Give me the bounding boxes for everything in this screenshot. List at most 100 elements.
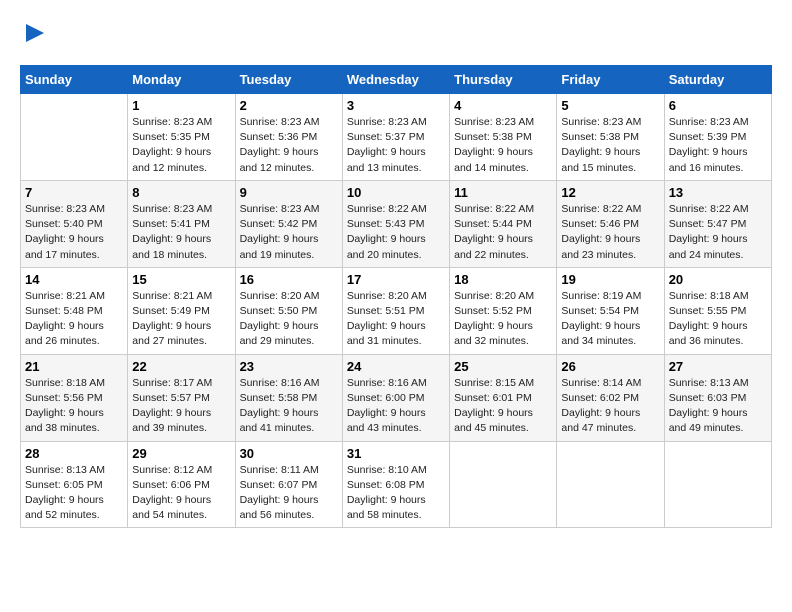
day-info: Sunrise: 8:23 AM Sunset: 5:38 PM Dayligh… <box>454 115 552 176</box>
day-info: Sunrise: 8:18 AM Sunset: 5:56 PM Dayligh… <box>25 376 123 437</box>
day-info: Sunrise: 8:12 AM Sunset: 6:06 PM Dayligh… <box>132 463 230 524</box>
day-info: Sunrise: 8:21 AM Sunset: 5:49 PM Dayligh… <box>132 289 230 350</box>
day-info: Sunrise: 8:22 AM Sunset: 5:46 PM Dayligh… <box>561 202 659 263</box>
calendar-cell: 15 Sunrise: 8:21 AM Sunset: 5:49 PM Dayli… <box>128 267 235 354</box>
day-number: 17 <box>347 272 445 287</box>
day-number: 20 <box>669 272 767 287</box>
day-info: Sunrise: 8:23 AM Sunset: 5:41 PM Dayligh… <box>132 202 230 263</box>
day-number: 26 <box>561 359 659 374</box>
calendar-cell: 11 Sunrise: 8:22 AM Sunset: 5:44 PM Dayli… <box>450 180 557 267</box>
day-info: Sunrise: 8:23 AM Sunset: 5:36 PM Dayligh… <box>240 115 338 176</box>
day-info: Sunrise: 8:20 AM Sunset: 5:50 PM Dayligh… <box>240 289 338 350</box>
day-number: 23 <box>240 359 338 374</box>
header-day-friday: Friday <box>557 66 664 94</box>
header-day-thursday: Thursday <box>450 66 557 94</box>
day-number: 8 <box>132 185 230 200</box>
calendar-cell: 1 Sunrise: 8:23 AM Sunset: 5:35 PM Daylig… <box>128 94 235 181</box>
calendar-cell: 7 Sunrise: 8:23 AM Sunset: 5:40 PM Daylig… <box>21 180 128 267</box>
day-info: Sunrise: 8:11 AM Sunset: 6:07 PM Dayligh… <box>240 463 338 524</box>
logo <box>20 20 46 49</box>
calendar-cell: 19 Sunrise: 8:19 AM Sunset: 5:54 PM Dayli… <box>557 267 664 354</box>
calendar-cell: 17 Sunrise: 8:20 AM Sunset: 5:51 PM Dayli… <box>342 267 449 354</box>
day-info: Sunrise: 8:22 AM Sunset: 5:47 PM Dayligh… <box>669 202 767 263</box>
day-number: 18 <box>454 272 552 287</box>
day-info: Sunrise: 8:14 AM Sunset: 6:02 PM Dayligh… <box>561 376 659 437</box>
day-info: Sunrise: 8:13 AM Sunset: 6:03 PM Dayligh… <box>669 376 767 437</box>
day-number: 16 <box>240 272 338 287</box>
week-row-0: 1 Sunrise: 8:23 AM Sunset: 5:35 PM Daylig… <box>21 94 772 181</box>
day-number: 14 <box>25 272 123 287</box>
day-number: 7 <box>25 185 123 200</box>
calendar-cell <box>450 441 557 528</box>
calendar-table: SundayMondayTuesdayWednesdayThursdayFrid… <box>20 65 772 528</box>
day-info: Sunrise: 8:23 AM Sunset: 5:39 PM Dayligh… <box>669 115 767 176</box>
day-number: 13 <box>669 185 767 200</box>
calendar-cell: 10Sunrise: 8:22 AM Sunset: 5:43 PM Dayli… <box>342 180 449 267</box>
calendar-cell: 26 Sunrise: 8:14 AM Sunset: 6:02 PM Dayli… <box>557 354 664 441</box>
day-number: 29 <box>132 446 230 461</box>
week-row-1: 7 Sunrise: 8:23 AM Sunset: 5:40 PM Daylig… <box>21 180 772 267</box>
day-number: 5 <box>561 98 659 113</box>
day-info: Sunrise: 8:19 AM Sunset: 5:54 PM Dayligh… <box>561 289 659 350</box>
calendar-cell: 6 Sunrise: 8:23 AM Sunset: 5:39 PM Daylig… <box>664 94 771 181</box>
day-info: Sunrise: 8:16 AM Sunset: 6:00 PM Dayligh… <box>347 376 445 437</box>
day-info: Sunrise: 8:23 AM Sunset: 5:35 PM Dayligh… <box>132 115 230 176</box>
calendar-cell: 21 Sunrise: 8:18 AM Sunset: 5:56 PM Dayli… <box>21 354 128 441</box>
calendar-cell: 12 Sunrise: 8:22 AM Sunset: 5:46 PM Dayli… <box>557 180 664 267</box>
day-info: Sunrise: 8:18 AM Sunset: 5:55 PM Dayligh… <box>669 289 767 350</box>
calendar-cell: 5 Sunrise: 8:23 AM Sunset: 5:38 PM Daylig… <box>557 94 664 181</box>
day-number: 30 <box>240 446 338 461</box>
day-info: Sunrise: 8:23 AM Sunset: 5:42 PM Dayligh… <box>240 202 338 263</box>
header-day-sunday: Sunday <box>21 66 128 94</box>
header-day-wednesday: Wednesday <box>342 66 449 94</box>
day-info: Sunrise: 8:10 AM Sunset: 6:08 PM Dayligh… <box>347 463 445 524</box>
calendar-cell: 22Sunrise: 8:17 AM Sunset: 5:57 PM Dayli… <box>128 354 235 441</box>
day-number: 2 <box>240 98 338 113</box>
calendar-cell: 24 Sunrise: 8:16 AM Sunset: 6:00 PM Dayli… <box>342 354 449 441</box>
week-row-2: 14 Sunrise: 8:21 AM Sunset: 5:48 PM Dayli… <box>21 267 772 354</box>
day-number: 27 <box>669 359 767 374</box>
calendar-cell: 4 Sunrise: 8:23 AM Sunset: 5:38 PM Daylig… <box>450 94 557 181</box>
day-number: 10 <box>347 185 445 200</box>
calendar-cell: 16 Sunrise: 8:20 AM Sunset: 5:50 PM Dayli… <box>235 267 342 354</box>
calendar-cell: 25Sunrise: 8:15 AM Sunset: 6:01 PM Dayli… <box>450 354 557 441</box>
day-number: 25 <box>454 359 552 374</box>
day-info: Sunrise: 8:20 AM Sunset: 5:51 PM Dayligh… <box>347 289 445 350</box>
day-number: 3 <box>347 98 445 113</box>
calendar-cell: 14 Sunrise: 8:21 AM Sunset: 5:48 PM Dayli… <box>21 267 128 354</box>
calendar-cell <box>21 94 128 181</box>
day-info: Sunrise: 8:20 AM Sunset: 5:52 PM Dayligh… <box>454 289 552 350</box>
calendar-cell <box>557 441 664 528</box>
week-row-3: 21 Sunrise: 8:18 AM Sunset: 5:56 PM Dayli… <box>21 354 772 441</box>
day-number: 6 <box>669 98 767 113</box>
day-number: 4 <box>454 98 552 113</box>
week-row-4: 28Sunrise: 8:13 AM Sunset: 6:05 PM Dayli… <box>21 441 772 528</box>
day-info: Sunrise: 8:22 AM Sunset: 5:44 PM Dayligh… <box>454 202 552 263</box>
calendar-cell: 20 Sunrise: 8:18 AM Sunset: 5:55 PM Dayli… <box>664 267 771 354</box>
day-number: 24 <box>347 359 445 374</box>
calendar-cell: 27 Sunrise: 8:13 AM Sunset: 6:03 PM Dayli… <box>664 354 771 441</box>
calendar-cell: 2 Sunrise: 8:23 AM Sunset: 5:36 PM Daylig… <box>235 94 342 181</box>
day-number: 19 <box>561 272 659 287</box>
calendar-cell: 9Sunrise: 8:23 AM Sunset: 5:42 PM Daylig… <box>235 180 342 267</box>
header-day-tuesday: Tuesday <box>235 66 342 94</box>
day-number: 12 <box>561 185 659 200</box>
calendar-cell: 18 Sunrise: 8:20 AM Sunset: 5:52 PM Dayli… <box>450 267 557 354</box>
calendar-cell: 8 Sunrise: 8:23 AM Sunset: 5:41 PM Daylig… <box>128 180 235 267</box>
day-info: Sunrise: 8:23 AM Sunset: 5:38 PM Dayligh… <box>561 115 659 176</box>
day-number: 21 <box>25 359 123 374</box>
calendar-cell: 13 Sunrise: 8:22 AM Sunset: 5:47 PM Dayli… <box>664 180 771 267</box>
day-number: 15 <box>132 272 230 287</box>
day-info: Sunrise: 8:23 AM Sunset: 5:40 PM Dayligh… <box>25 202 123 263</box>
calendar-cell <box>664 441 771 528</box>
calendar-cell: 28Sunrise: 8:13 AM Sunset: 6:05 PM Dayli… <box>21 441 128 528</box>
day-info: Sunrise: 8:23 AM Sunset: 5:37 PM Dayligh… <box>347 115 445 176</box>
day-info: Sunrise: 8:21 AM Sunset: 5:48 PM Dayligh… <box>25 289 123 350</box>
day-number: 11 <box>454 185 552 200</box>
calendar-cell: 29 Sunrise: 8:12 AM Sunset: 6:06 PM Dayli… <box>128 441 235 528</box>
header-day-saturday: Saturday <box>664 66 771 94</box>
day-number: 1 <box>132 98 230 113</box>
header-row: SundayMondayTuesdayWednesdayThursdayFrid… <box>21 66 772 94</box>
day-info: Sunrise: 8:13 AM Sunset: 6:05 PM Dayligh… <box>25 463 123 524</box>
calendar-cell: 3 Sunrise: 8:23 AM Sunset: 5:37 PM Daylig… <box>342 94 449 181</box>
